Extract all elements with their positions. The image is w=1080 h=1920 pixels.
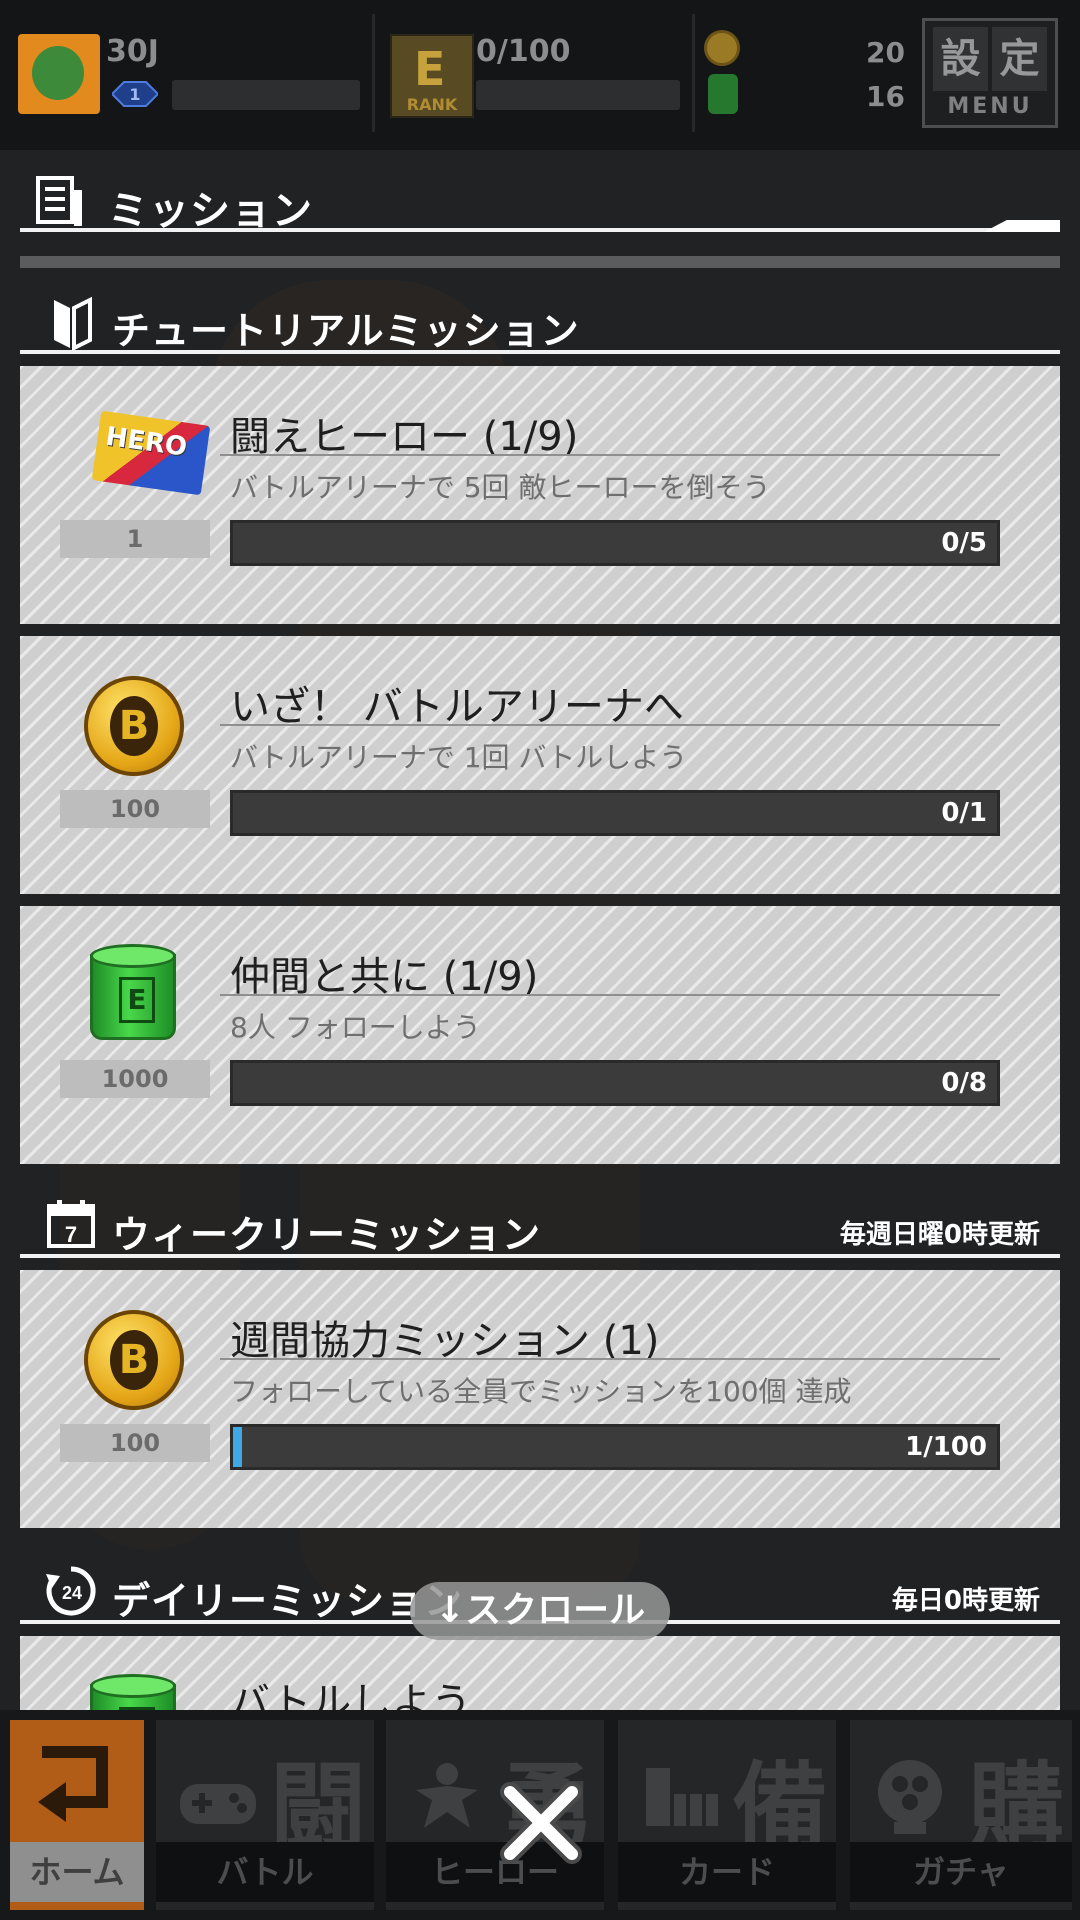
- clock-24-icon: 24: [46, 1566, 96, 1616]
- nav-label: ガチャ: [850, 1842, 1072, 1902]
- mission-progress-bar: 0/5: [230, 520, 1000, 566]
- section-title-weekly: ウィークリーミッション: [112, 1213, 542, 1257]
- nav-battle[interactable]: 闘 バトル: [156, 1720, 374, 1910]
- scroll-hint: ↓スクロール: [410, 1582, 670, 1640]
- close-icon[interactable]: [496, 1778, 586, 1868]
- mission-progress-bar: 1/100: [230, 1424, 1000, 1470]
- beginner-mark-icon: [54, 296, 92, 352]
- rank-badge: E RANK: [390, 34, 474, 118]
- energy-count: 16: [866, 80, 905, 113]
- mission-card[interactable]: E 1000 仲間と共に (1/9) 8人 フォローしよう 0/8: [20, 906, 1060, 1164]
- mission-description: バトルアリーナで 1回 バトルしよう: [230, 741, 688, 774]
- daily-reset-note: 毎日0時更新: [891, 1586, 1040, 1616]
- rank-exp-bar: [476, 80, 680, 110]
- progress-text: 0/8: [941, 1068, 987, 1098]
- reward-amount: 1: [60, 520, 210, 558]
- svg-text:7: 7: [65, 1222, 77, 1247]
- weekly-reset-note: 毎週日曜0時更新: [839, 1220, 1040, 1250]
- hero-icon: [416, 1763, 478, 1828]
- nav-card[interactable]: 備 カード: [618, 1720, 836, 1910]
- calendar-icon: 7: [47, 1200, 95, 1248]
- panel-title-underline: [20, 228, 1060, 232]
- mission-description: バトルアリーナで 5回 敵ヒーローを倒そう: [230, 471, 771, 504]
- hero-ticket-icon: HERO: [91, 410, 211, 496]
- energy-can-icon: E: [90, 944, 176, 1048]
- player-level: 30J: [106, 34, 159, 69]
- nav-label: ホーム: [10, 1842, 144, 1902]
- document-icon: [36, 176, 82, 226]
- rank-exp: 0/100: [476, 34, 571, 69]
- reward-amount: 1000: [60, 1060, 210, 1098]
- gem-icon: 1: [112, 81, 158, 107]
- top-status-bar: 30J 1 E RANK 0/100 20 16 設定 MENU: [0, 0, 1080, 150]
- nav-gacha[interactable]: 購 ガチャ: [850, 1720, 1072, 1910]
- mission-description: 8人 フォローしよう: [230, 1011, 481, 1044]
- mission-description: フォローしている全員でミッションを100個 達成: [230, 1375, 852, 1408]
- coin-icon: B: [84, 676, 184, 776]
- mission-card[interactable]: E バトルしよう: [20, 1636, 1060, 1710]
- progress-text: 0/5: [941, 528, 987, 558]
- gamepad-icon: [180, 1784, 256, 1824]
- mission-card[interactable]: HERO 1 闘えヒーロー (1/9) バトルアリーナで 5回 敵ヒーローを倒そ…: [20, 366, 1060, 624]
- reward-amount: 100: [60, 790, 210, 828]
- coin-count: 20: [866, 36, 905, 69]
- progress-fill: [233, 1427, 243, 1467]
- nav-home[interactable]: ホーム: [10, 1720, 144, 1910]
- gacha-capsule-icon: [878, 1760, 942, 1834]
- mission-progress-bar: 0/1: [230, 790, 1000, 836]
- settings-menu-button[interactable]: 設定 MENU: [922, 18, 1058, 128]
- player-exp-bar: [172, 80, 360, 110]
- section-title-tutorial: チュートリアルミッション: [112, 309, 580, 353]
- mission-progress-bar: 0/8: [230, 1060, 1000, 1106]
- cards-icon: [646, 1768, 718, 1826]
- mission-card[interactable]: B 100 週間協力ミッション (1) フォローしている全員でミッションを100…: [20, 1270, 1060, 1528]
- svg-text:1: 1: [129, 85, 140, 104]
- coin-icon: [704, 30, 740, 66]
- reward-amount: 100: [60, 1424, 210, 1462]
- player-avatar[interactable]: [18, 34, 100, 114]
- energy-can-icon: E: [90, 1674, 176, 1710]
- nav-label: カード: [618, 1842, 836, 1902]
- energy-can-icon: [708, 74, 738, 114]
- mission-title: バトルしよう: [230, 1680, 472, 1710]
- coin-icon: B: [84, 1310, 184, 1410]
- mission-card[interactable]: B 100 いざ！ バトルアリーナへ バトルアリーナで 1回 バトルしよう 0/…: [20, 636, 1060, 894]
- nav-label: バトル: [156, 1842, 374, 1902]
- progress-text: 0/1: [941, 798, 987, 828]
- divider: [20, 256, 1060, 268]
- svg-text:24: 24: [62, 1583, 82, 1603]
- progress-text: 1/100: [905, 1432, 987, 1462]
- back-arrow-icon: [38, 1746, 108, 1822]
